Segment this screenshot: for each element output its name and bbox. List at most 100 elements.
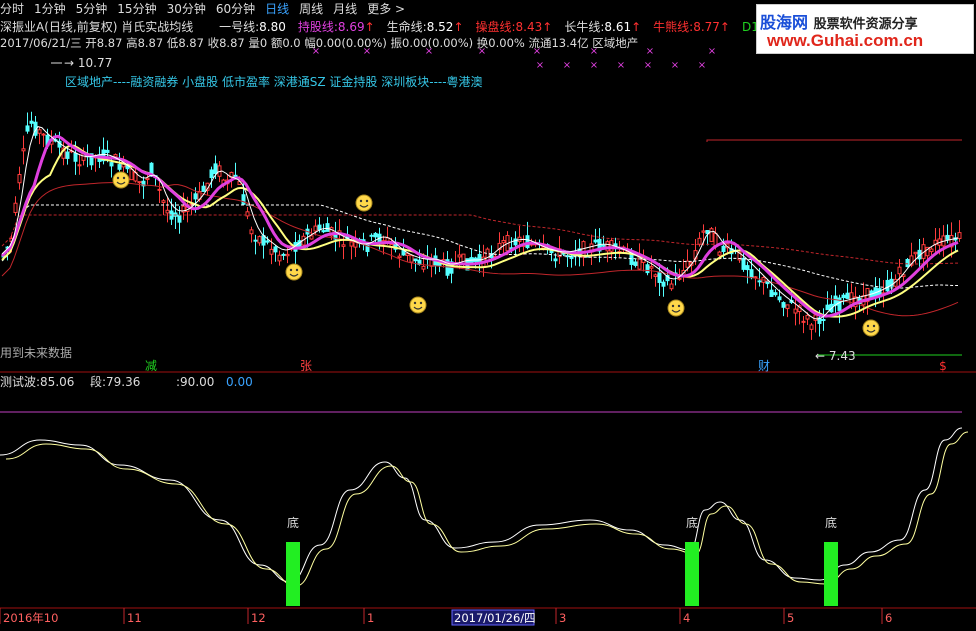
candle-body: [805, 314, 810, 320]
candle-body: [421, 265, 426, 270]
event-marker-2: 财: [758, 359, 770, 373]
candle-body: [701, 230, 706, 233]
candle-body: [845, 292, 850, 299]
smiley-eye: [872, 324, 876, 328]
indicator-seg-value: 79.36: [106, 375, 140, 389]
date-label-cursor: 2017/01/26/四: [454, 611, 536, 625]
candle-body: [669, 283, 674, 290]
candle-body: [785, 304, 790, 310]
candle-body: [501, 239, 506, 244]
candle-body: [17, 174, 22, 184]
candle-body: [709, 228, 714, 242]
candle-body: [285, 253, 290, 257]
candle-body: [773, 292, 778, 296]
candle-body: [413, 258, 418, 262]
candle-body: [721, 245, 726, 253]
kline-chart[interactable]: × × × × × × × ×× × × × × × ×→ 10.77← 7.43用到未来数据减张财 $测试…: [0, 0, 976, 631]
x-marker: ×: [536, 60, 544, 71]
x-marker: ×: [617, 60, 625, 71]
candle-body: [717, 251, 722, 256]
smiley-icon: [667, 299, 685, 317]
resistance-line: [706, 139, 962, 142]
smiley-eye: [365, 199, 369, 203]
candle-body: [73, 152, 78, 162]
oscillator-line-1: [0, 427, 963, 583]
candle-body: [21, 148, 26, 152]
candle-body: [65, 151, 70, 159]
smiley-icon: [112, 171, 130, 189]
smiley-eye: [866, 324, 870, 328]
candle-body: [313, 225, 318, 232]
smiley-icon: [409, 296, 427, 314]
candle-body: [525, 235, 530, 249]
candle-body: [765, 281, 770, 285]
candle-body: [117, 164, 122, 170]
candle-body: [633, 261, 638, 266]
smiley-icon: [285, 263, 303, 281]
date-label: 5: [787, 611, 794, 625]
x-marker: ×: [563, 60, 571, 71]
bottom-signal-bar: [286, 542, 300, 606]
candle-body: [809, 324, 814, 330]
event-marker-3: $: [939, 359, 947, 373]
candle-body: [241, 194, 246, 205]
smiley-icon: [355, 194, 373, 212]
candle-body: [793, 308, 798, 314]
candle-body: [897, 266, 902, 275]
candle-body: [249, 229, 254, 235]
candle-body: [145, 177, 150, 180]
smiley-eye: [359, 199, 363, 203]
candle-body: [193, 193, 198, 200]
candle-body: [105, 149, 110, 153]
date-label: 1: [367, 611, 374, 625]
oscillator-line-2: [5, 431, 969, 587]
ma-line-white: [1, 126, 959, 320]
smiley-eye: [671, 304, 675, 308]
candle-body: [349, 241, 354, 247]
smiley-icon: [862, 319, 880, 337]
candle-body: [741, 257, 746, 270]
candle-body: [649, 266, 654, 269]
candle-body: [769, 289, 774, 297]
bottom-signal-label: 底: [287, 515, 299, 530]
smiley-eye: [295, 268, 299, 272]
bottom-signal-label: 底: [686, 515, 698, 530]
candle-body: [553, 258, 558, 262]
candle-body: [749, 269, 754, 279]
x-marker: ×: [644, 60, 652, 71]
candle-body: [929, 248, 934, 253]
candle-body: [957, 232, 962, 239]
candle-body: [661, 281, 666, 287]
candle-body: [841, 294, 846, 299]
smiley-eye: [419, 301, 423, 305]
candle-body: [341, 244, 346, 247]
indicator-name: 测试: [0, 374, 24, 389]
smiley-eye: [289, 268, 293, 272]
candle-body: [317, 224, 322, 231]
x-marker: ×: [708, 46, 716, 57]
candle-body: [677, 277, 682, 280]
candle-body: [25, 125, 30, 132]
x-marker: ×: [671, 60, 679, 71]
candle-body: [13, 202, 18, 214]
candle-body: [29, 120, 34, 124]
candle-body: [801, 320, 806, 323]
candle-body: [109, 162, 114, 167]
date-label: 4: [683, 611, 690, 625]
low-label: ← 7.43: [815, 349, 856, 363]
date-label: 11: [127, 611, 142, 625]
candle-body: [269, 248, 274, 255]
bottom-signal-bar: [824, 542, 838, 606]
candle-body: [201, 185, 206, 192]
candle-body: [913, 251, 918, 255]
candle-body: [129, 168, 134, 181]
candle-body: [457, 254, 462, 258]
x-marker: ×: [478, 46, 486, 57]
indicator-seg-label: 段:: [90, 374, 106, 389]
date-label: 3: [559, 611, 566, 625]
candle-body: [265, 240, 270, 243]
candle-body: [645, 264, 650, 274]
candle-body: [157, 188, 162, 191]
candle-body: [369, 234, 374, 237]
candle-body: [813, 314, 818, 321]
